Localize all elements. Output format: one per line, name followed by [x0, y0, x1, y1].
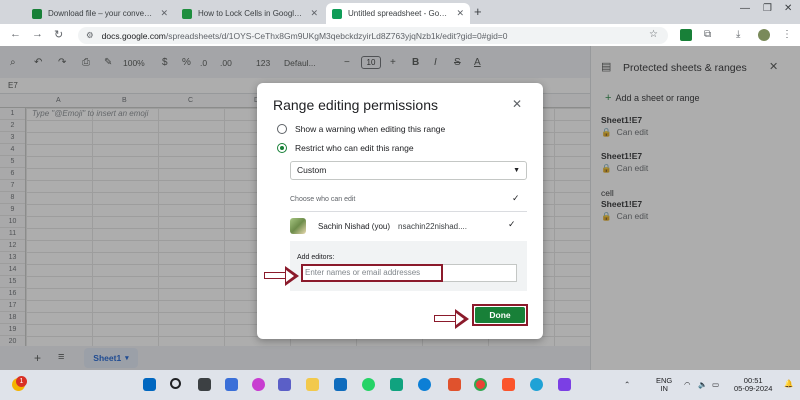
bookmark-star-icon[interactable]: ☆: [649, 29, 658, 40]
close-window-icon[interactable]: ✕: [784, 3, 792, 14]
avatar: [290, 218, 306, 234]
dialog-title: Range editing permissions: [273, 97, 438, 113]
windows-start-icon[interactable]: [143, 378, 156, 391]
minimize-icon[interactable]: —: [740, 3, 750, 14]
outlook-icon[interactable]: [334, 378, 347, 391]
warning-option[interactable]: Show a warning when editing this range: [277, 124, 445, 134]
choose-editors-label: Choose who can edit: [290, 196, 356, 203]
browser-tab-active[interactable]: Untitled spreadsheet - Google S ✕: [326, 3, 470, 24]
notification-badge: 1: [16, 376, 27, 387]
radio-unchecked-icon[interactable]: [277, 124, 287, 134]
input-highlight-annotation: [301, 264, 443, 282]
add-editors-label: Add editors:: [297, 254, 335, 261]
address-bar-row: ← → ↻ ⚙ docs.google.com/spreadsheets/d/1…: [0, 24, 800, 46]
clock[interactable]: 00:51 05-09-2024: [734, 377, 772, 393]
task-view-icon[interactable]: [198, 378, 211, 391]
sheets-favicon-icon: [332, 8, 342, 19]
wifi-icon[interactable]: ◠: [684, 381, 691, 389]
windows-taskbar: 1 ⌃ ENG IN ◠ 🔈 ▭ 00:51 05-09-2024 🔔: [0, 370, 800, 400]
extension-icon[interactable]: [680, 29, 692, 41]
editors-dropdown[interactable]: Custom ▼: [290, 161, 527, 180]
download-icon[interactable]: ⤓: [736, 29, 740, 40]
volume-icon[interactable]: 🔈: [698, 381, 707, 389]
notifications-icon[interactable]: 🔔: [784, 380, 793, 388]
brave-icon[interactable]: [502, 378, 515, 391]
whatsapp-icon[interactable]: [362, 378, 375, 391]
extensions-puzzle-icon[interactable]: ⧉: [704, 29, 711, 40]
menu-dots-icon[interactable]: ⋮: [782, 29, 792, 40]
language-indicator[interactable]: ENG IN: [656, 377, 672, 393]
site-favicon-icon: [182, 8, 192, 19]
close-icon[interactable]: ✕: [512, 97, 522, 111]
site-info-icon[interactable]: ⚙: [86, 30, 94, 41]
app-icon[interactable]: [448, 378, 461, 391]
divider: [290, 211, 527, 212]
checkmark-icon[interactable]: ✓: [508, 219, 516, 230]
profile-avatar-icon[interactable]: [758, 29, 770, 41]
forward-icon[interactable]: →: [32, 28, 43, 40]
chatgpt-icon[interactable]: [390, 378, 403, 391]
done-button[interactable]: Done: [475, 307, 525, 323]
close-tab-icon[interactable]: ✕: [456, 8, 464, 19]
close-tab-icon[interactable]: ✕: [160, 8, 168, 19]
browser-tab[interactable]: How to Lock Cells in Google Sh ✕: [176, 3, 324, 24]
editor-user-row[interactable]: Sachin Nishad (you) nsachin22nishad....: [290, 218, 527, 234]
edge-icon[interactable]: [418, 378, 431, 391]
reload-icon[interactable]: ↻: [54, 28, 63, 41]
chrome-icon[interactable]: [474, 378, 487, 391]
search-icon[interactable]: [170, 378, 181, 389]
file-explorer-icon[interactable]: [306, 378, 319, 391]
app-icon[interactable]: [225, 378, 238, 391]
caret-down-icon: ▼: [513, 167, 520, 174]
done-highlight-annotation: Done: [472, 304, 528, 326]
url-bar[interactable]: ⚙ docs.google.com/spreadsheets/d/1OYS-Ce…: [78, 27, 668, 44]
new-tab-icon[interactable]: +: [474, 4, 482, 19]
browser-icon[interactable]: [530, 378, 543, 391]
app-icon[interactable]: [558, 378, 571, 391]
restrict-option[interactable]: Restrict who can edit this range: [277, 143, 414, 153]
sheets-favicon-icon: [32, 8, 42, 19]
browser-tab-bar: Download file – your conversion ✕ How to…: [0, 0, 800, 24]
range-permissions-dialog: Range editing permissions ✕ Show a warni…: [257, 83, 543, 339]
back-icon[interactable]: ←: [10, 28, 21, 40]
close-tab-icon[interactable]: ✕: [310, 8, 318, 19]
restore-icon[interactable]: ❐: [763, 3, 772, 14]
radio-checked-icon[interactable]: [277, 143, 287, 153]
chevron-up-icon[interactable]: ⌃: [624, 381, 630, 389]
copilot-icon[interactable]: [252, 378, 265, 391]
browser-tab[interactable]: Download file – your conversion ✕: [26, 3, 174, 24]
battery-icon[interactable]: ▭: [712, 381, 719, 389]
teams-icon[interactable]: [278, 378, 291, 391]
checkmark-icon[interactable]: ✓: [512, 193, 520, 204]
